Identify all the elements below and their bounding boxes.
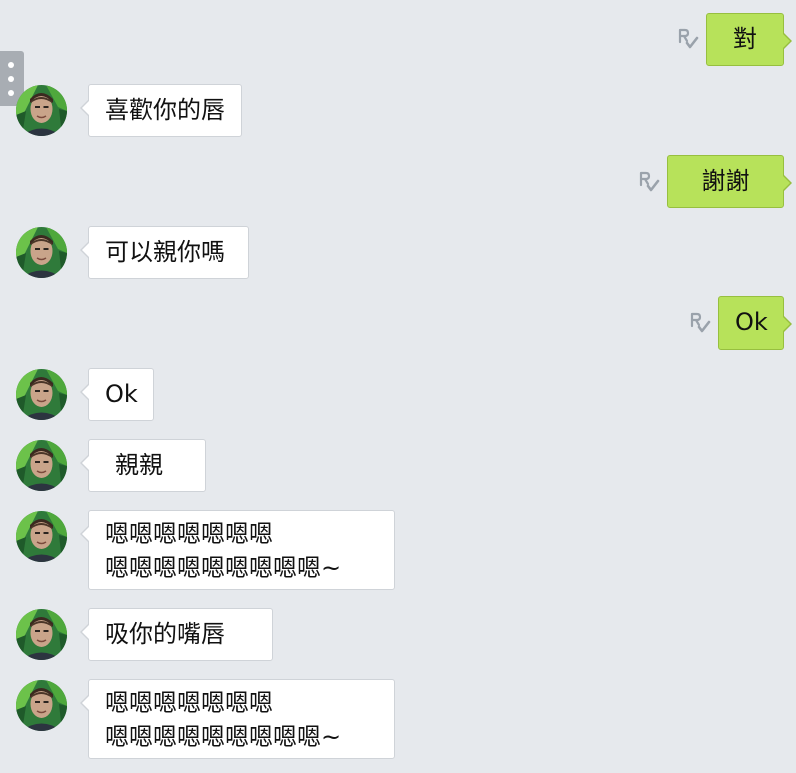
- message-text: Ok: [105, 380, 138, 408]
- contact-avatar[interactable]: [16, 609, 67, 660]
- chat-message-list[interactable]: 對 喜歡你的唇 謝謝 可以親你嗎 Ok Ok 親親 嗯嗯嗯嗯嗯嗯嗯 嗯嗯嗯嗯嗯嗯…: [0, 0, 796, 773]
- outgoing-message-bubble[interactable]: Ok: [718, 296, 792, 350]
- read-check-icon: [689, 311, 711, 335]
- message-text: Ok: [735, 308, 768, 336]
- message-text: 可以親你嗎: [105, 238, 225, 266]
- menu-dot: [8, 90, 14, 96]
- contact-avatar[interactable]: [16, 85, 67, 136]
- menu-dot: [8, 76, 14, 82]
- incoming-message-bubble[interactable]: 可以親你嗎: [80, 226, 249, 279]
- outgoing-message-bubble[interactable]: 謝謝: [667, 155, 792, 208]
- contact-avatar[interactable]: [16, 369, 67, 420]
- incoming-message-bubble[interactable]: Ok: [80, 368, 154, 421]
- contact-avatar[interactable]: [16, 227, 67, 278]
- incoming-message-bubble[interactable]: 嗯嗯嗯嗯嗯嗯嗯 嗯嗯嗯嗯嗯嗯嗯嗯嗯~: [80, 510, 395, 590]
- read-check-icon: [677, 27, 699, 51]
- message-text-line: 嗯嗯嗯嗯嗯嗯嗯嗯嗯~: [105, 723, 342, 751]
- message-text: 親親: [115, 451, 163, 479]
- message-text: 對: [733, 25, 757, 53]
- incoming-message-bubble[interactable]: 喜歡你的唇: [80, 84, 242, 137]
- contact-avatar[interactable]: [16, 440, 67, 491]
- contact-avatar[interactable]: [16, 511, 67, 562]
- read-check-icon: [638, 170, 660, 194]
- message-text-line: 嗯嗯嗯嗯嗯嗯嗯: [105, 520, 273, 548]
- incoming-message-bubble[interactable]: 吸你的嘴唇: [80, 608, 273, 661]
- incoming-message-bubble[interactable]: 嗯嗯嗯嗯嗯嗯嗯 嗯嗯嗯嗯嗯嗯嗯嗯嗯~: [80, 679, 395, 759]
- message-text: 吸你的嘴唇: [105, 620, 225, 648]
- message-text: 謝謝: [701, 167, 750, 195]
- contact-avatar[interactable]: [16, 680, 67, 731]
- incoming-message-bubble[interactable]: 親親: [80, 439, 206, 492]
- message-text-line: 嗯嗯嗯嗯嗯嗯嗯嗯嗯~: [105, 554, 342, 582]
- outgoing-message-bubble[interactable]: 對: [706, 13, 792, 66]
- menu-dot: [8, 62, 14, 68]
- message-text-line: 嗯嗯嗯嗯嗯嗯嗯: [105, 689, 273, 717]
- message-text: 喜歡你的唇: [105, 96, 225, 124]
